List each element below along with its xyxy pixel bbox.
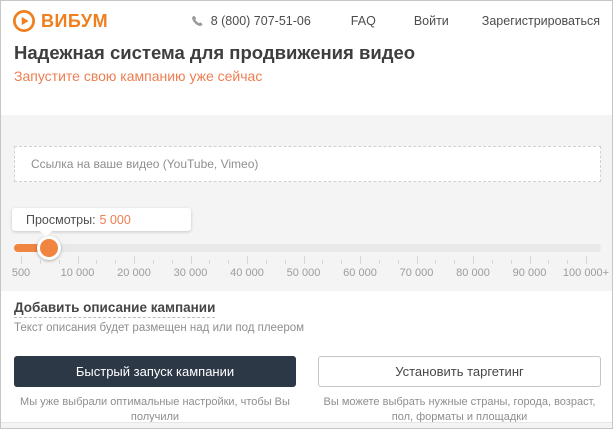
header-nav: 8 (800) 707-51-06 FAQ Войти Зарегистриро… bbox=[191, 1, 600, 41]
page: ВИБУМ 8 (800) 707-51-06 FAQ Войти Зареги… bbox=[0, 0, 613, 429]
slider-major-tick bbox=[530, 256, 531, 264]
slider-minor-tick bbox=[228, 260, 229, 264]
slider-major-tick bbox=[78, 256, 79, 264]
play-circle-icon bbox=[13, 10, 35, 32]
slider-minor-tick bbox=[153, 260, 154, 264]
nav-link-register[interactable]: Зарегистрироваться bbox=[482, 14, 600, 28]
nav-link-login[interactable]: Войти bbox=[414, 14, 449, 28]
slider-scale-label: 30 000 bbox=[174, 267, 208, 279]
slider-minor-tick bbox=[341, 260, 342, 264]
phone-number[interactable]: 8 (800) 707-51-06 bbox=[211, 14, 311, 28]
slider-scale-label: 60 000 bbox=[343, 267, 377, 279]
slider-minor-tick bbox=[435, 260, 436, 264]
campaign-form-section: Просмотры: 5 000 500 10 000 20 000 30 000 40… bbox=[1, 115, 612, 291]
targeting-hint: Вы можете выбрать нужные страны, города,… bbox=[318, 395, 601, 425]
slider-minor-tick bbox=[548, 260, 549, 264]
slider-scale-label: 100 000+ bbox=[563, 267, 609, 279]
slider-minor-tick bbox=[40, 260, 41, 264]
slider-major-tick bbox=[360, 256, 361, 264]
phone-icon bbox=[191, 15, 204, 28]
slider-minor-tick bbox=[454, 260, 455, 264]
views-label: Просмотры: bbox=[26, 213, 96, 227]
views-value: 5 000 bbox=[100, 213, 131, 227]
slider-scale: 50010 00020 00030 00040 00050 00060 0007… bbox=[21, 267, 586, 281]
slider-scale-label: 10 000 bbox=[61, 267, 95, 279]
slider-minor-tick bbox=[115, 260, 116, 264]
slider-minor-tick bbox=[266, 260, 267, 264]
views-tooltip: Просмотры: 5 000 bbox=[12, 208, 191, 231]
slider-major-tick bbox=[586, 256, 587, 264]
slider-minor-tick bbox=[285, 260, 286, 264]
slider-minor-tick bbox=[492, 260, 493, 264]
slider-minor-tick bbox=[209, 260, 210, 264]
set-targeting-button[interactable]: Установить таргетинг bbox=[318, 356, 601, 387]
slider-minor-tick bbox=[567, 260, 568, 264]
bottom-strip bbox=[1, 422, 612, 428]
slider-minor-tick bbox=[322, 260, 323, 264]
slider-minor-tick bbox=[59, 260, 60, 264]
quick-launch-hint-line1: Мы уже выбрали оптимальные настройки, чт… bbox=[20, 396, 290, 423]
slider-scale-label: 80 000 bbox=[456, 267, 490, 279]
slider-scale-label: 500 bbox=[12, 267, 30, 279]
slider-minor-tick bbox=[172, 260, 173, 264]
add-description-link[interactable]: Добавить описание кампании bbox=[14, 300, 215, 318]
nav-link-faq[interactable]: FAQ bbox=[351, 14, 376, 28]
slider-major-tick bbox=[304, 256, 305, 264]
slider-major-tick bbox=[21, 256, 22, 264]
slider-scale-label: 70 000 bbox=[400, 267, 434, 279]
logo-text: ВИБУМ bbox=[41, 11, 108, 32]
slider-major-tick bbox=[473, 256, 474, 264]
phone-group: 8 (800) 707-51-06 bbox=[191, 14, 311, 28]
slider-ticks bbox=[21, 255, 586, 264]
logo[interactable]: ВИБУМ bbox=[13, 10, 108, 32]
targeting-hint-line1: Вы можете выбрать нужные страны, города,… bbox=[324, 396, 596, 408]
slider-major-tick bbox=[134, 256, 135, 264]
slider-major-tick bbox=[417, 256, 418, 264]
slider-minor-tick bbox=[379, 260, 380, 264]
video-url-input[interactable] bbox=[14, 146, 601, 182]
page-title: Надежная система для продвижения видео bbox=[14, 42, 415, 64]
quick-launch-button[interactable]: Быстрый запуск кампании bbox=[14, 356, 296, 387]
slider-scale-label: 20 000 bbox=[117, 267, 151, 279]
slider-major-tick bbox=[191, 256, 192, 264]
slider-minor-tick bbox=[96, 260, 97, 264]
slider-scale-label: 90 000 bbox=[513, 267, 547, 279]
views-slider-track[interactable] bbox=[14, 244, 601, 252]
add-description-hint: Текст описания будет размещен над или по… bbox=[14, 322, 304, 334]
slider-scale-label: 40 000 bbox=[230, 267, 264, 279]
slider-major-tick bbox=[247, 256, 248, 264]
page-subtitle: Запустите свою кампанию уже сейчас bbox=[14, 68, 262, 84]
slider-minor-tick bbox=[511, 260, 512, 264]
slider-scale-label: 50 000 bbox=[287, 267, 321, 279]
slider-minor-tick bbox=[398, 260, 399, 264]
